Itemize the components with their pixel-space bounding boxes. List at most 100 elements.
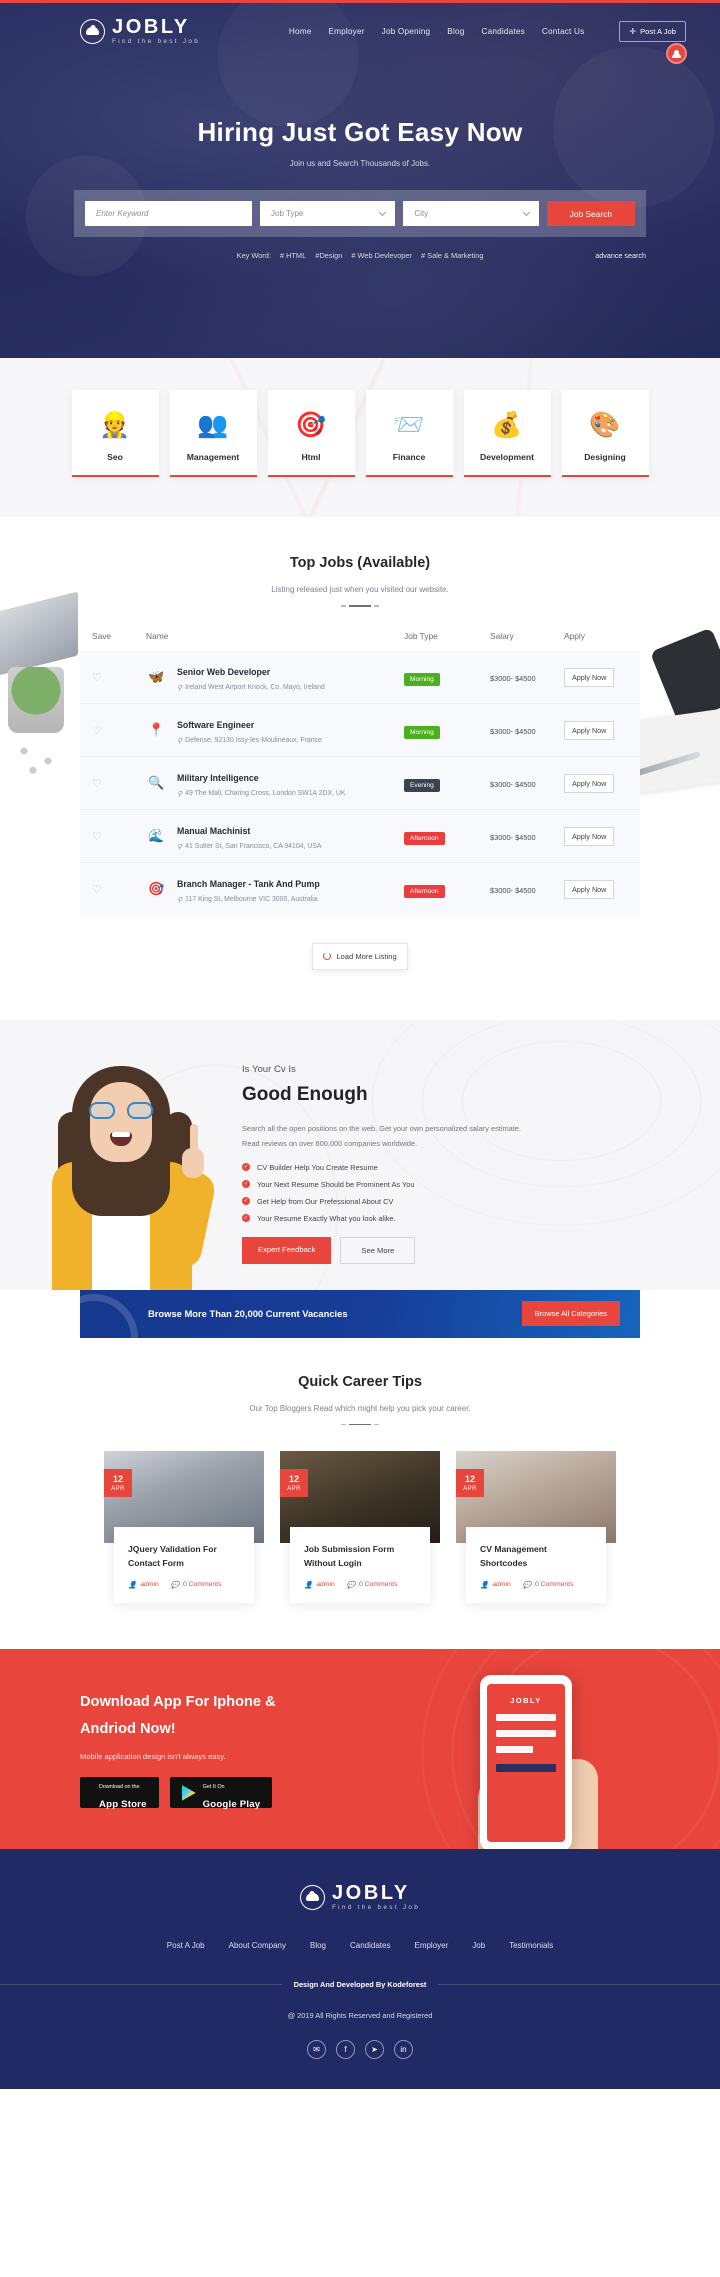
job-search-button[interactable]: Job Search xyxy=(546,201,635,227)
facebook-icon[interactable]: f xyxy=(336,2040,355,2060)
post-author[interactable]: admin xyxy=(492,1581,511,1588)
table-row[interactable]: ♡ 🎯 Branch Manager - Tank And Pump ⚲ 117 … xyxy=(80,862,640,915)
blog-card[interactable]: 12 APR CV Management Shortcodes 👤 admin 💬… xyxy=(456,1451,616,1603)
job-salary: $3000- $4500 xyxy=(490,779,536,789)
category-card-html[interactable]: 🎯 Html xyxy=(267,390,355,477)
browse-all-categories-button[interactable]: Browse All Categories xyxy=(521,1301,620,1327)
job-title[interactable]: Senior Web Developer xyxy=(177,667,270,677)
table-row[interactable]: ♡ 🦋 Senior Web Developer ⚲ Ireland West A… xyxy=(80,650,640,704)
post-day: 12 xyxy=(112,1474,123,1485)
apply-now-button[interactable]: Apply Now xyxy=(564,826,615,846)
footer-brand-tagline: Find the best Job xyxy=(331,1903,421,1911)
post-author[interactable]: admin xyxy=(316,1581,335,1588)
category-card-designing[interactable]: 🎨 Designing xyxy=(561,390,649,477)
apply-now-button[interactable]: Apply Now xyxy=(564,773,615,793)
nav-item-home[interactable]: Home xyxy=(289,27,312,36)
category-card-development[interactable]: 💰 Development xyxy=(463,390,551,477)
app-store-button[interactable]: Download on the App Store xyxy=(80,1777,159,1810)
apply-now-button[interactable]: Apply Now xyxy=(564,720,615,740)
load-more-label: Load More Listing xyxy=(336,951,397,961)
brand-tagline: Find the best Job xyxy=(112,38,201,45)
category-card-finance[interactable]: 📨 Finance xyxy=(365,390,453,477)
decorative-plant-image xyxy=(8,667,64,733)
blog-post-title[interactable]: Job Submission Form Without Login xyxy=(304,1543,416,1570)
cv-section: Is Your Cv Is Good Enough Search all the… xyxy=(0,1019,720,1290)
footer-link-post-a-job[interactable]: Post A Job xyxy=(167,1941,205,1950)
site-logo[interactable]: JOBLY Find the best Job xyxy=(80,17,200,45)
nav-item-candidates[interactable]: Candidates xyxy=(481,27,524,36)
linkedin-icon[interactable]: in xyxy=(394,2040,413,2060)
blog-card[interactable]: 12 APR JQuery Validation For Contact For… xyxy=(104,1451,264,1603)
category-card-management[interactable]: 👥 Management xyxy=(169,390,257,477)
footer-link-candidates[interactable]: Candidates xyxy=(350,1941,390,1950)
see-more-button[interactable]: See More xyxy=(340,1236,416,1264)
post-a-job-button[interactable]: ✛ Post A Job xyxy=(619,20,686,42)
cv-bullet-text: Your Resume Exactly What you look alike. xyxy=(257,1213,396,1223)
cv-description: Search all the open positions on the web… xyxy=(242,1123,521,1148)
job-title[interactable]: Manual Machinist xyxy=(177,826,250,836)
job-type-value: Job Type xyxy=(271,209,304,219)
user-avatar-icon[interactable] xyxy=(666,43,687,64)
nav-item-contact-us[interactable]: Contact Us xyxy=(542,27,585,36)
footer-logo[interactable]: JOBLY Find the best Job xyxy=(0,1883,720,1911)
google-play-button[interactable]: Get It On Google Play xyxy=(169,1777,273,1810)
blog-post-title[interactable]: JQuery Validation For Contact Form xyxy=(128,1543,240,1570)
post-comments[interactable]: 0 Comments xyxy=(183,1581,222,1588)
hero-title: Hiring Just Got Easy Now xyxy=(197,117,523,148)
jobs-table-header: Save Name Job Type Salary Apply xyxy=(80,631,640,651)
nav-item-employer[interactable]: Employer xyxy=(328,27,364,36)
post-comments[interactable]: 0 Comments xyxy=(535,1581,574,1588)
table-row[interactable]: ♡ 🌊 Manual Machinist ⚲ 41 Sutter St, San … xyxy=(80,809,640,863)
keyword-sale-marketing[interactable]: # Sale & Marketing xyxy=(421,251,483,260)
keyword-html[interactable]: # HTML xyxy=(280,251,306,260)
nav-item-job-opening[interactable]: Job Opening xyxy=(382,27,431,36)
post-author[interactable]: admin xyxy=(140,1581,159,1588)
hero-keywords: Key Word: # HTML #Design # Web Devlevope… xyxy=(74,251,646,260)
heart-outline-icon[interactable]: ♡ xyxy=(92,672,102,684)
apply-now-button[interactable]: Apply Now xyxy=(564,667,615,687)
heart-outline-icon[interactable]: ♡ xyxy=(92,884,102,896)
keyword-design[interactable]: #Design xyxy=(315,251,342,260)
footer-link-about-company[interactable]: About Company xyxy=(229,1941,286,1950)
category-card-seo[interactable]: 👷 Seo xyxy=(71,390,159,477)
blog-post-title[interactable]: CV Management Shortcodes xyxy=(480,1543,592,1570)
email-icon[interactable]: ✉ xyxy=(307,2040,326,2060)
column-save: Save xyxy=(92,630,112,641)
list-item: ✓ CV Builder Help You Create Resume xyxy=(242,1163,680,1172)
twitter-icon[interactable]: ➤ xyxy=(365,2040,384,2060)
apply-now-button[interactable]: Apply Now xyxy=(564,879,615,899)
heart-outline-icon[interactable]: ♡ xyxy=(92,831,102,843)
target-dart-icon: 🎯 xyxy=(295,410,327,439)
footer-link-blog[interactable]: Blog xyxy=(310,1941,326,1950)
vacancies-banner: Browse More Than 20,000 Current Vacancie… xyxy=(80,1289,640,1338)
city-select[interactable]: City xyxy=(403,201,539,227)
advance-search-link[interactable]: advance search xyxy=(595,251,646,260)
job-title[interactable]: Software Engineer xyxy=(177,720,254,730)
category-label: Finance xyxy=(392,452,426,462)
footer-link-testimonials[interactable]: Testimonials xyxy=(509,1941,553,1950)
post-comments[interactable]: 0 Comments xyxy=(359,1581,398,1588)
job-salary: $3000- $4500 xyxy=(490,885,536,895)
app-subtitle: Mobile application design isn't always e… xyxy=(80,1752,226,1762)
table-row[interactable]: ♡ 📍 Software Engineer ⚲ Defense, 92130 Is… xyxy=(80,703,640,757)
expert-feedback-button[interactable]: Expert Feedback xyxy=(242,1236,332,1264)
footer-link-employer[interactable]: Employer xyxy=(414,1941,448,1950)
search-keyword-input[interactable]: Enter Keyword xyxy=(85,201,253,227)
job-title[interactable]: Branch Manager - Tank And Pump xyxy=(177,879,320,889)
job-type-select[interactable]: Job Type xyxy=(260,201,396,227)
load-more-listing-button[interactable]: Load More Listing xyxy=(312,942,408,970)
heart-outline-icon[interactable]: ♡ xyxy=(92,778,102,790)
check-circle-icon: ✓ xyxy=(242,1197,250,1206)
heart-outline-icon[interactable]: ♡ xyxy=(92,725,102,737)
money-bag-icon: 💰 xyxy=(491,410,523,439)
footer-link-job[interactable]: Job xyxy=(472,1941,485,1950)
nav-item-blog[interactable]: Blog xyxy=(447,27,464,36)
table-row[interactable]: ♡ 🔍 Military Intelligence ⚲ 49 The Mall, … xyxy=(80,756,640,810)
post-month: APR xyxy=(463,1486,477,1493)
keyword-web-developer[interactable]: # Web Devlevoper xyxy=(351,251,412,260)
cv-bullet-text: Get Help from Our Prefessional About CV xyxy=(257,1196,394,1206)
job-title[interactable]: Military Intelligence xyxy=(177,773,259,783)
blog-card[interactable]: 12 APR Job Submission Form Without Login… xyxy=(280,1451,440,1603)
post-date-badge: 12 APR xyxy=(280,1469,308,1498)
post-date-badge: 12 APR xyxy=(104,1469,132,1498)
